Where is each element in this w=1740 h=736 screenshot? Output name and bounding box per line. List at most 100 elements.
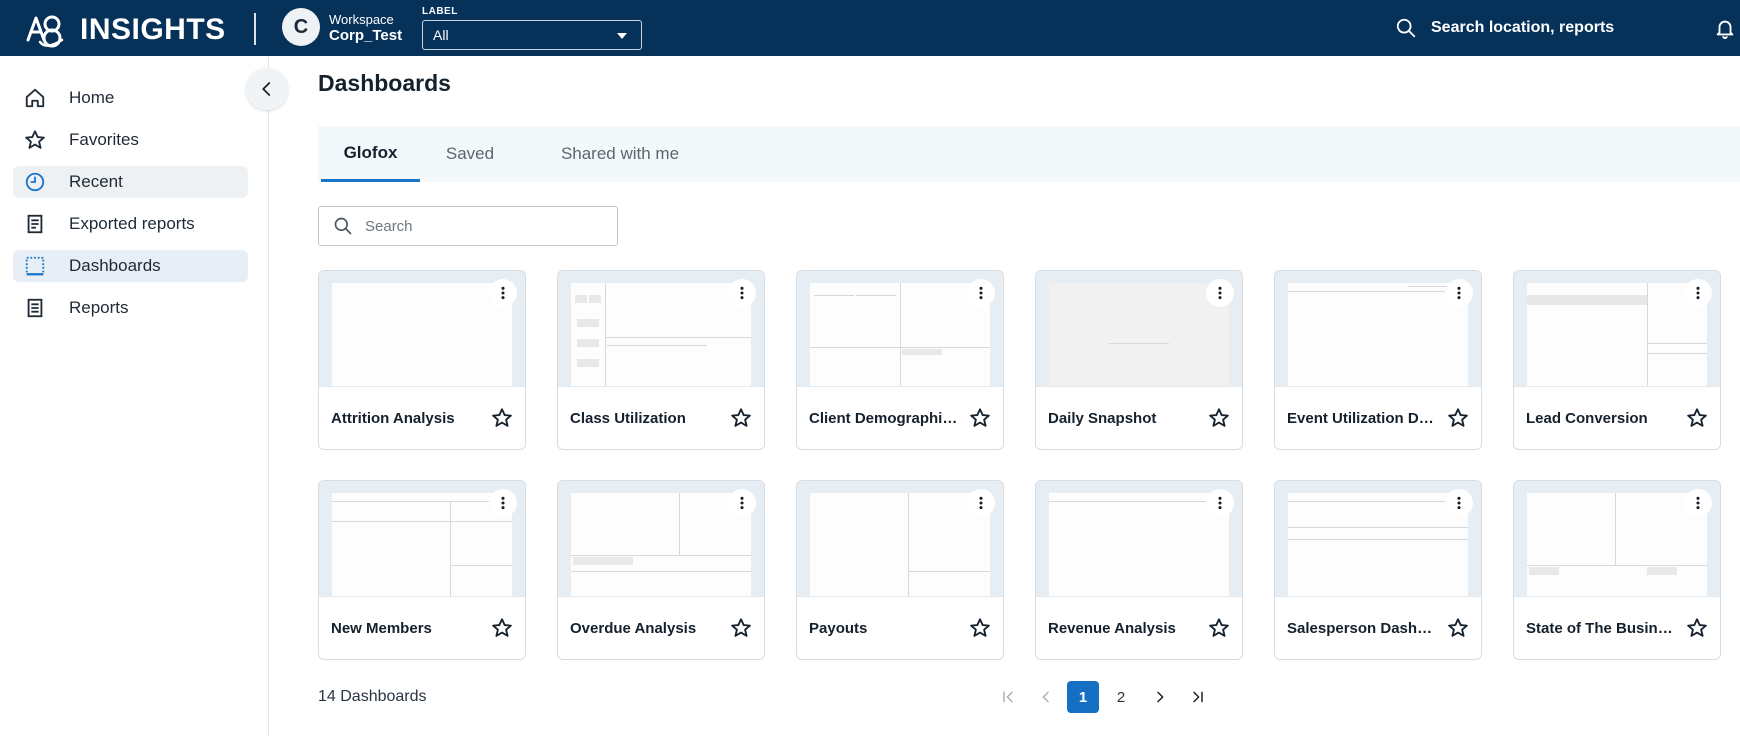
page-title: Dashboards — [318, 70, 451, 96]
chevron-left-icon — [1042, 691, 1049, 703]
sidebar-item-favorites[interactable]: Favorites — [13, 124, 248, 156]
sidebar-item-dashboards[interactable]: Dashboards — [13, 250, 248, 282]
card-footer: Salesperson Dashboard — [1275, 596, 1481, 659]
report-icon — [23, 296, 47, 320]
sidebar-item-home[interactable]: Home — [13, 82, 248, 114]
card-footer: Event Utilization Dashboard — [1275, 386, 1481, 449]
dashboard-card[interactable]: Payouts — [796, 480, 1004, 660]
more-vertical-icon[interactable] — [1445, 279, 1473, 307]
page-button-1[interactable]: 1 — [1067, 681, 1099, 713]
card-footer: Client Demographics — [797, 386, 1003, 449]
sidebar-item-recent[interactable]: Recent — [13, 166, 248, 198]
dashboard-name: Payouts — [809, 620, 868, 637]
next-page-button[interactable] — [1148, 681, 1172, 713]
bell-icon[interactable] — [1714, 17, 1736, 39]
header-search-text: Search location, reports — [1431, 19, 1615, 36]
more-vertical-icon[interactable] — [489, 489, 517, 517]
dashboard-card[interactable]: New Members — [318, 480, 526, 660]
page-button-2[interactable]: 2 — [1105, 681, 1137, 713]
more-vertical-icon[interactable] — [489, 279, 517, 307]
card-footer: Lead Conversion — [1514, 386, 1720, 449]
star-outline-icon[interactable] — [1684, 405, 1710, 431]
card-footer: Class Utilization — [558, 386, 764, 449]
logo-mark-icon — [26, 15, 64, 48]
search-icon — [1396, 18, 1416, 38]
workspace-avatar[interactable]: C — [282, 8, 320, 46]
dashboard-name: Event Utilization Dashboard — [1287, 410, 1437, 427]
dashboard-card[interactable]: Revenue Analysis — [1035, 480, 1243, 660]
dashboard-name: Attrition Analysis — [331, 410, 455, 427]
top-header: INSIGHTS C Workspace Corp_Test LABEL All… — [0, 0, 1740, 56]
dashboard-card[interactable]: Daily Snapshot — [1035, 270, 1243, 450]
header-divider — [254, 13, 256, 45]
dashboard-name: State of The Business — [1526, 620, 1676, 637]
chevron-down-icon — [617, 33, 627, 39]
dashboard-name: Client Demographics — [809, 410, 959, 427]
star-outline-icon[interactable] — [489, 405, 515, 431]
sidebar-item-label: Reports — [69, 298, 129, 317]
tab-saved[interactable]: Saved — [420, 126, 520, 182]
star-outline-icon[interactable] — [728, 615, 754, 641]
star-outline-icon[interactable] — [967, 615, 993, 641]
star-outline-icon[interactable] — [967, 405, 993, 431]
label-filter-select[interactable]: All — [422, 20, 642, 50]
star-outline-icon[interactable] — [1445, 405, 1471, 431]
star-outline-icon[interactable] — [1206, 615, 1232, 641]
more-vertical-icon[interactable] — [967, 279, 995, 307]
star-outline-icon[interactable] — [1684, 615, 1710, 641]
tab-label: Glofox — [343, 142, 398, 162]
sidebar-item-exported-reports[interactable]: Exported reports — [13, 208, 248, 240]
dashboard-search[interactable] — [318, 206, 618, 246]
home-icon — [23, 86, 47, 110]
sidebar-collapse-button[interactable] — [246, 68, 288, 110]
card-footer: Attrition Analysis — [319, 386, 525, 449]
card-footer: Payouts — [797, 596, 1003, 659]
app-root: INSIGHTS C Workspace Corp_Test LABEL All… — [0, 0, 1740, 736]
more-vertical-icon[interactable] — [1684, 279, 1712, 307]
dashboard-card[interactable]: Lead Conversion — [1513, 270, 1721, 450]
sidebar-item-reports[interactable]: Reports — [13, 292, 248, 324]
tab-shared-with-me[interactable]: Shared with me — [522, 126, 718, 182]
star-outline-icon[interactable] — [1206, 405, 1232, 431]
more-vertical-icon[interactable] — [728, 489, 756, 517]
more-vertical-icon[interactable] — [967, 489, 995, 517]
dashboard-card[interactable]: Class Utilization — [557, 270, 765, 450]
dashboard-name: New Members — [331, 620, 432, 637]
workspace-name[interactable]: Corp_Test — [329, 27, 402, 44]
more-vertical-icon[interactable] — [1684, 489, 1712, 517]
clock-icon — [23, 170, 47, 194]
card-footer: State of The Business — [1514, 596, 1720, 659]
document-icon — [23, 212, 47, 236]
last-page-button[interactable] — [1186, 681, 1210, 713]
sidebar-item-label: Home — [69, 88, 115, 107]
tab-label: Shared with me — [560, 144, 680, 163]
label-filter-value: All — [433, 27, 449, 43]
dashboard-card[interactable]: Attrition Analysis — [318, 270, 526, 450]
dashboard-card[interactable]: Client Demographics — [796, 270, 1004, 450]
tab-glofox[interactable]: Glofox — [321, 126, 420, 182]
more-vertical-icon[interactable] — [1206, 489, 1234, 517]
card-footer: Daily Snapshot — [1036, 386, 1242, 449]
star-outline-icon[interactable] — [489, 615, 515, 641]
star-outline-icon[interactable] — [728, 405, 754, 431]
first-page-button[interactable] — [996, 681, 1020, 713]
first-page-icon — [1003, 691, 1013, 703]
star-outline-icon[interactable] — [1445, 615, 1471, 641]
search-icon — [334, 217, 352, 235]
more-vertical-icon[interactable] — [1206, 279, 1234, 307]
dashboard-name: Revenue Analysis — [1048, 620, 1176, 637]
more-vertical-icon[interactable] — [728, 279, 756, 307]
dashboard-search-input[interactable] — [365, 217, 585, 235]
brand-name: INSIGHTS — [80, 13, 226, 46]
more-vertical-icon[interactable] — [1445, 489, 1473, 517]
brand-logo[interactable]: INSIGHTS — [22, 10, 226, 50]
dashboard-card[interactable]: Salesperson Dashboard — [1274, 480, 1482, 660]
dashboard-card[interactable]: Event Utilization Dashboard — [1274, 270, 1482, 450]
dashboard-name: Lead Conversion — [1526, 410, 1648, 427]
label-filter-caption: LABEL — [422, 6, 458, 17]
dashboard-card[interactable]: State of The Business — [1513, 480, 1721, 660]
prev-page-button[interactable] — [1034, 681, 1058, 713]
dashboard-card[interactable]: Overdue Analysis — [557, 480, 765, 660]
header-search[interactable]: Search location, reports — [1395, 17, 1614, 39]
tab-bar: Glofox Saved Shared with me — [318, 126, 1740, 182]
